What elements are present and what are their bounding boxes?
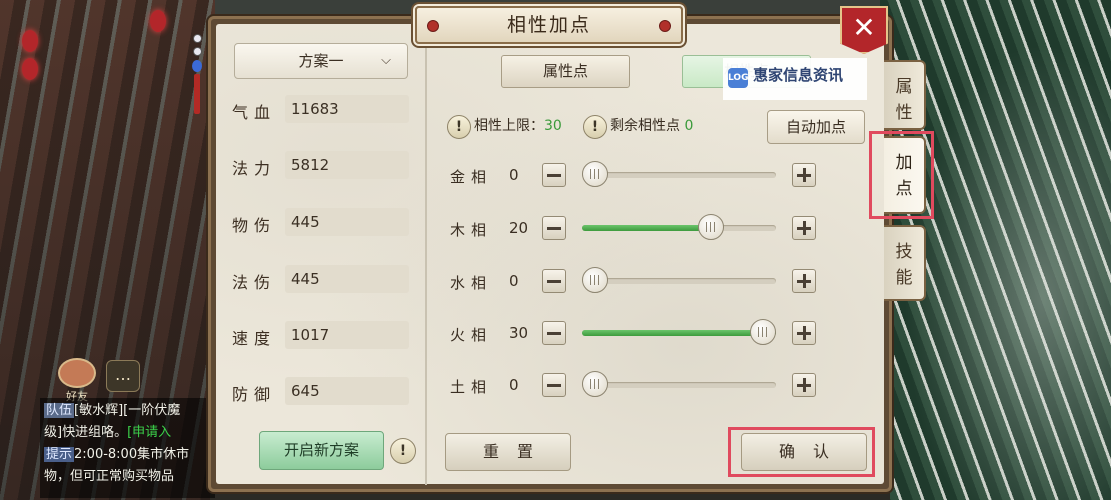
add-points-tab-highlight-frame [869,131,934,219]
scroll-ornament [188,30,206,130]
side-tab[interactable]: 技能 [884,225,926,301]
affinity-slider[interactable] [582,319,776,345]
title-knob-icon [427,20,439,32]
stat-label: 速度 [232,329,277,348]
increase-button[interactable] [792,163,816,187]
affinity-cap-line: 相性上限：30 [474,118,562,134]
affinity-label: 土相 [450,378,493,396]
chat-tag-notice: 提示 [44,447,75,462]
chat-apply-link[interactable]: [申请入 [127,425,171,440]
slider-handle[interactable] [750,319,776,345]
affinity-label: 水相 [450,274,493,292]
affinity-value: 0 [509,272,519,290]
scheme-selected-value: 方案一 [298,52,344,70]
affinity-value: 0 [509,376,519,394]
stat-label: 物伤 [232,216,277,235]
stat-label: 法伤 [232,273,277,292]
tab-attribute-points[interactable]: 属性点 [501,55,630,88]
side-tab-char: 性 [895,103,913,123]
ornament-gem-icon [192,60,202,72]
increase-button[interactable] [792,373,816,397]
ornament-bead-icon [192,34,202,43]
stat-label: 防御 [232,385,277,404]
decrease-button[interactable] [542,269,566,293]
scheme-dropdown[interactable]: 方案一 ⌵ [234,43,408,79]
stat-value: 5812 [285,151,409,179]
panel-title: 相性加点 [415,6,683,44]
slider-fill [582,225,711,231]
lantern-icon [22,58,38,80]
side-tab-char: 能 [895,268,913,288]
remaining-points-value: 0 [684,118,694,134]
slider-handle[interactable] [698,214,724,240]
increase-button[interactable] [792,216,816,240]
ornament-bead-icon [192,47,202,56]
affinity-value: 0 [509,166,519,184]
title-knob-icon [659,20,671,32]
watermark: LOGO 惠家信息资讯 [723,58,867,100]
new-scheme-button[interactable]: 开启新方案 [259,431,384,470]
auto-allocate-button[interactable]: 自动加点 [767,110,865,144]
slider-handle[interactable] [582,371,608,397]
slider-fill [582,330,776,336]
affinity-slider[interactable] [582,267,776,293]
stat-value: 11683 [285,95,409,123]
chat-line: 级]快进组咯。[申请入 [44,425,172,440]
chat-line: 队伍 [敏水辉][一阶伏魔 [44,403,181,418]
affinity-label: 金相 [450,168,493,186]
stat-label: 气血 [232,103,277,122]
stat-value: 445 [285,208,409,236]
decrease-button[interactable] [542,373,566,397]
stat-value: 645 [285,377,409,405]
reset-button[interactable]: 重置 [445,433,571,471]
side-tab-char: 属 [895,77,913,97]
affinity-slider[interactable] [582,161,776,187]
chat-tag-team: 队伍 [44,403,75,418]
watermark-logo-icon: LOGO [728,68,756,88]
increase-button[interactable] [792,321,816,345]
lantern-icon [22,30,38,52]
affinity-value: 30 [509,324,529,342]
slider-handle[interactable] [582,161,608,187]
affinity-value: 20 [509,219,529,237]
slider-handle[interactable] [582,267,608,293]
affinity-cap-value: 30 [544,118,562,134]
stat-value: 1017 [285,321,409,349]
decrease-button[interactable] [542,321,566,345]
affinity-slider[interactable] [582,214,776,240]
stat-label: 法力 [232,159,277,178]
lantern-icon [150,10,166,32]
chat-bubble-button[interactable]: … [106,360,140,392]
info-icon[interactable]: ! [447,115,471,139]
info-icon[interactable]: ! [390,438,416,464]
chat-line: 提示 2:00-8:00集市休市 [44,447,190,462]
increase-button[interactable] [792,269,816,293]
column-divider [425,45,427,485]
friend-avatar-icon [58,358,96,388]
side-tab[interactable]: 属性 [884,60,926,130]
chevron-down-icon: ⌵ [381,53,391,68]
chat-line: 物，但可正常购买物品 [44,469,175,484]
affinity-label: 木相 [450,221,493,239]
info-icon[interactable]: ! [583,115,607,139]
side-tab-char: 技 [895,242,913,262]
remaining-points-line: 剩余相性点 0 [610,118,694,134]
chat-log[interactable]: 队伍 [敏水辉][一阶伏魔 级]快进组咯。[申请入 提示 2:00-8:00集市休市… [40,398,215,498]
stat-value: 445 [285,265,409,293]
decrease-button[interactable] [542,216,566,240]
affinity-slider[interactable] [582,371,776,397]
affinity-label: 火相 [450,326,493,344]
ornament-tassel-icon [194,74,200,114]
watermark-text: 惠家信息资讯 [753,66,844,84]
friend-button[interactable]: 好友 [52,358,102,403]
confirm-highlight-frame [728,427,875,477]
decrease-button[interactable] [542,163,566,187]
